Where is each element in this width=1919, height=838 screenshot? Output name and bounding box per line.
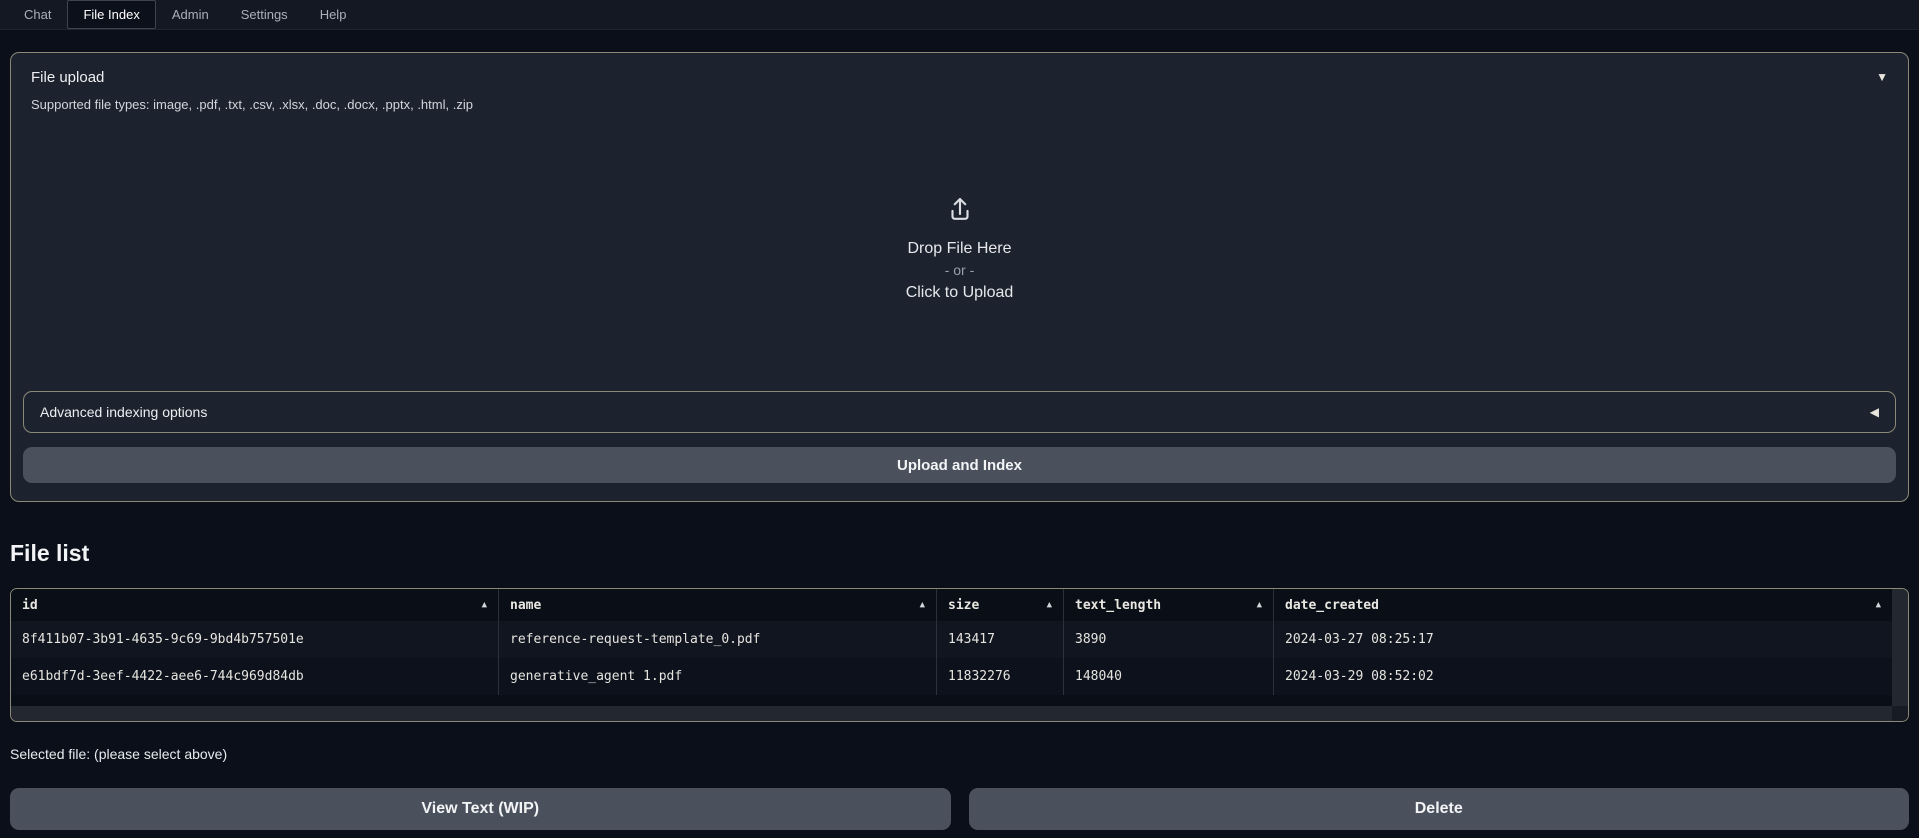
file-list-table: id ▲ name ▲ size ▲ text_length ▲ date_cr… xyxy=(10,588,1909,722)
file-upload-accordion: File upload ▼ Supported file types: imag… xyxy=(10,52,1909,502)
column-header-text-length[interactable]: text_length ▲ xyxy=(1064,589,1274,621)
accordion-expanded-icon[interactable]: ▼ xyxy=(1876,71,1888,83)
tab-chat[interactable]: Chat xyxy=(8,0,67,29)
advanced-indexing-accordion[interactable]: Advanced indexing options ◀ xyxy=(23,391,1896,433)
column-header-label: date_created xyxy=(1285,598,1379,613)
cell-size[interactable]: 143417 xyxy=(937,621,1064,658)
sort-asc-icon[interactable]: ▲ xyxy=(1047,600,1052,610)
cell-name[interactable]: generative_agent 1.pdf xyxy=(499,658,937,695)
file-dropzone[interactable]: Drop File Here - or - Click to Upload xyxy=(23,115,1896,383)
file-index-page: File upload ▼ Supported file types: imag… xyxy=(0,52,1919,830)
file-list-table-content: id ▲ name ▲ size ▲ text_length ▲ date_cr… xyxy=(11,589,1892,695)
cell-name[interactable]: reference-request-template_0.pdf xyxy=(499,621,937,658)
tab-file-index[interactable]: File Index xyxy=(67,0,155,29)
table-row[interactable]: 8f411b07-3b91-4635-9c69-9bd4b757501e ref… xyxy=(11,621,1892,658)
file-upload-title: File upload xyxy=(31,69,104,86)
cell-size[interactable]: 11832276 xyxy=(937,658,1064,695)
table-header-row: id ▲ name ▲ size ▲ text_length ▲ date_cr… xyxy=(11,589,1892,621)
column-header-id[interactable]: id ▲ xyxy=(11,589,499,621)
file-upload-accordion-header[interactable]: File upload ▼ xyxy=(23,65,1896,89)
cell-id[interactable]: 8f411b07-3b91-4635-9c69-9bd4b757501e xyxy=(11,621,499,658)
click-to-upload-label: Click to Upload xyxy=(906,281,1014,304)
column-header-label: name xyxy=(510,598,541,613)
tab-help[interactable]: Help xyxy=(304,0,363,29)
table-vertical-scrollbar[interactable] xyxy=(1892,589,1908,706)
advanced-indexing-label: Advanced indexing options xyxy=(40,404,207,420)
action-buttons-row: View Text (WIP) Delete xyxy=(10,788,1909,830)
file-list-heading: File list xyxy=(10,540,1909,570)
sort-asc-icon[interactable]: ▲ xyxy=(1876,600,1881,610)
scrollbar-corner xyxy=(1892,706,1908,721)
column-header-label: id xyxy=(22,598,38,613)
delete-button[interactable]: Delete xyxy=(969,788,1910,830)
selected-file-status: Selected file: (please select above) xyxy=(10,746,1909,764)
supported-file-types-text: Supported file types: image, .pdf, .txt,… xyxy=(23,89,1896,115)
column-header-size[interactable]: size ▲ xyxy=(937,589,1064,621)
column-header-name[interactable]: name ▲ xyxy=(499,589,937,621)
table-row[interactable]: e61bdf7d-3eef-4422-aee6-744c969d84db gen… xyxy=(11,658,1892,695)
cell-id[interactable]: e61bdf7d-3eef-4422-aee6-744c969d84db xyxy=(11,658,499,695)
or-label: - or - xyxy=(945,260,975,281)
upload-and-index-button[interactable]: Upload and Index xyxy=(23,447,1896,483)
drop-file-here-label: Drop File Here xyxy=(907,237,1011,260)
sort-asc-icon[interactable]: ▲ xyxy=(1257,600,1262,610)
column-header-date-created[interactable]: date_created ▲ xyxy=(1274,589,1892,621)
table-horizontal-scrollbar[interactable] xyxy=(11,706,1892,721)
view-text-button[interactable]: View Text (WIP) xyxy=(10,788,951,830)
upload-icon xyxy=(945,194,975,229)
cell-text-length[interactable]: 3890 xyxy=(1064,621,1274,658)
cell-date-created[interactable]: 2024-03-27 08:25:17 xyxy=(1274,621,1892,658)
tab-admin[interactable]: Admin xyxy=(156,0,225,29)
accordion-collapsed-icon[interactable]: ◀ xyxy=(1870,406,1879,418)
cell-date-created[interactable]: 2024-03-29 08:52:02 xyxy=(1274,658,1892,695)
column-header-label: text_length xyxy=(1075,598,1161,613)
top-nav: Chat File Index Admin Settings Help xyxy=(0,0,1919,30)
cell-text-length[interactable]: 148040 xyxy=(1064,658,1274,695)
sort-asc-icon[interactable]: ▲ xyxy=(482,600,487,610)
column-header-label: size xyxy=(948,598,979,613)
tab-settings[interactable]: Settings xyxy=(225,0,304,29)
sort-asc-icon[interactable]: ▲ xyxy=(920,600,925,610)
